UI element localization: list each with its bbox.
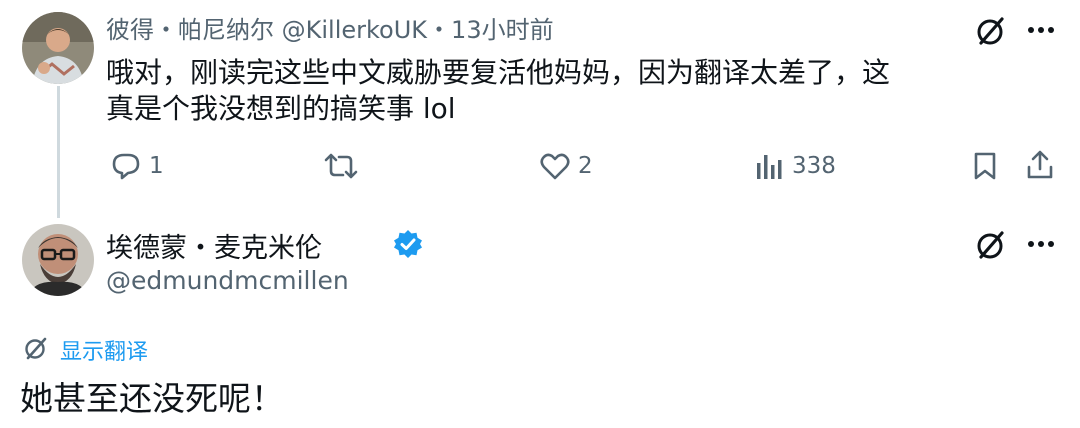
reply-icon[interactable] [108,150,144,182]
translate-grok-icon[interactable] [22,334,50,362]
reply-handle[interactable]: @KillerkoUK [282,16,427,44]
more-options-icon[interactable] [1024,18,1058,42]
reply-count: 1 [149,153,164,179]
like-count: 2 [578,153,593,179]
like-heart-icon[interactable] [538,150,572,182]
main-tweet-text: 她甚至还没死呢！ [20,379,284,418]
reply-display-name[interactable]: 彼得・帕尼纳尔 [106,16,274,44]
reply-text-line-2: 真是个我没想到的搞笑事 lol [106,92,456,125]
reply-body: 哦对，刚读完这些中文威胁要复活他妈妈，因为翻译太差了，这 真是个我没想到的搞笑事… [106,55,1066,127]
more-options-icon-main[interactable] [1024,232,1058,256]
header-separator: ・ [427,16,452,44]
main-display-name[interactable]: 埃德蒙・麦克米伦 [106,226,322,265]
thread-connector-line [57,86,60,218]
main-handle[interactable]: @edmundmcmillen [106,266,349,295]
show-translation-link[interactable]: 显示翻译 [60,334,148,366]
grok-icon-main[interactable] [974,228,1008,262]
reply-header: 彼得・帕尼纳尔 @KillerkoUK・13小时前 [106,10,554,45]
verified-badge-icon [392,228,424,260]
avatar-peter[interactable] [22,12,94,84]
views-analytics-icon[interactable] [754,150,784,182]
grok-icon[interactable] [974,14,1008,48]
avatar-edmund[interactable] [22,224,94,296]
bookmark-icon[interactable] [970,150,1000,182]
reply-timestamp[interactable]: 13小时前 [451,16,554,44]
views-count: 338 [792,153,836,179]
share-icon[interactable] [1024,148,1056,182]
retweet-icon[interactable] [322,150,360,182]
reply-text-line-1: 哦对，刚读完这些中文威胁要复活他妈妈，因为翻译太差了，这 [106,56,891,89]
